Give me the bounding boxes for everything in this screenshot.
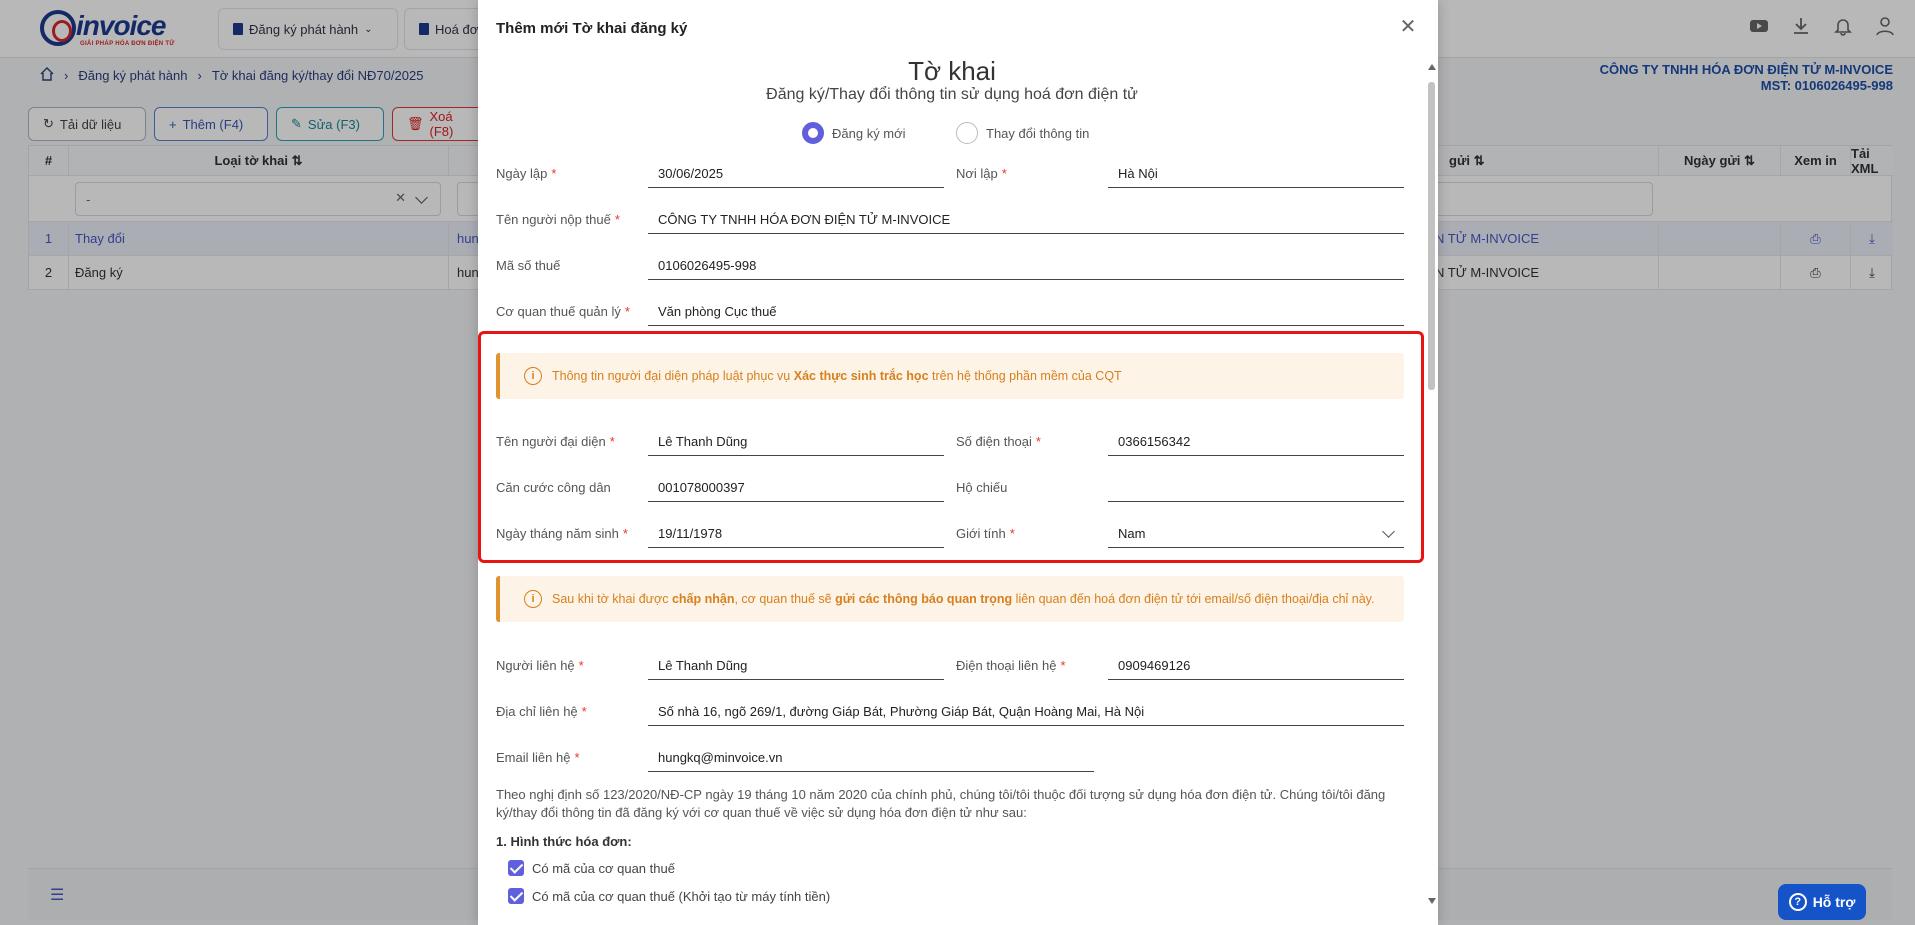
modal-title: Thêm mới Tờ khai đăng ký [496, 20, 688, 37]
gender-select[interactable]: Nam [1108, 520, 1404, 548]
form-subtitle: Đăng ký/Thay đổi thông tin sử dụng hoá đ… [766, 86, 1138, 103]
contact-person-field[interactable]: Lê Thanh Dũng [648, 652, 944, 680]
phone-label: Số điện thoại * [956, 434, 1041, 449]
tax-code-field[interactable]: 0106026495-998 [648, 252, 1404, 280]
radio-circle [802, 122, 824, 144]
contact-email-label: Email liên hệ * [496, 750, 580, 765]
scroll-up-arrow[interactable] [1428, 64, 1436, 70]
help-icon: ? [1788, 893, 1807, 911]
phone-field[interactable]: 0366156342 [1108, 428, 1404, 456]
checkbox-checked [508, 860, 524, 876]
contact-address-field[interactable]: Số nhà 16, ngõ 269/1, đường Giáp Bát, Ph… [648, 698, 1404, 726]
passport-label: Hộ chiếu [956, 480, 1008, 495]
legal-paragraph: Theo nghị định số 123/2020/NĐ-CP ngày 19… [496, 787, 1386, 820]
contact-phone-label: Điện thoại liên hệ * [956, 658, 1066, 673]
birth-date-label: Ngày tháng năm sinh * [496, 526, 628, 541]
biometric-alert: i Thông tin người đại diện pháp luật phụ… [496, 353, 1404, 399]
radio-circle [956, 122, 978, 144]
support-button[interactable]: ? Hỗ trợ [1778, 884, 1866, 920]
taxpayer-name-field[interactable]: CÔNG TY TNHH HÓA ĐƠN ĐIỆN TỬ M-INVOICE [648, 206, 1404, 234]
close-icon[interactable]: ✕ [1396, 14, 1420, 38]
contact-address-label: Địa chỉ liên hệ * [496, 704, 587, 719]
citizen-id-field[interactable]: 001078000397 [648, 474, 944, 502]
date-created-field[interactable]: 30/06/2025 [648, 160, 944, 188]
radio-register-new[interactable]: Đăng ký mới [802, 122, 906, 144]
checkbox-checked [508, 888, 524, 904]
checkbox-tax-code-pos[interactable]: Có mã của cơ quan thuế (Khởi tạo từ máy … [508, 888, 830, 904]
scroll-down-arrow[interactable] [1428, 898, 1436, 904]
invoice-form-heading: 1. Hình thức hóa đơn: [496, 834, 632, 849]
birth-date-field[interactable]: 19/11/1978 [648, 520, 944, 548]
contact-person-label: Người liên hệ * [496, 658, 584, 673]
info-icon: i [524, 367, 542, 385]
tax-office-field[interactable]: Văn phòng Cục thuế [648, 298, 1404, 326]
tax-code-label: Mã số thuế [496, 258, 561, 273]
taxpayer-name-label: Tên người nộp thuế * [496, 212, 620, 227]
representative-label: Tên người đại diện * [496, 434, 615, 449]
info-icon: i [524, 590, 542, 608]
tax-office-label: Cơ quan thuế quản lý * [496, 304, 630, 319]
place-created-label: Nơi lập * [956, 166, 1007, 181]
checkbox-tax-code[interactable]: Có mã của cơ quan thuế [508, 860, 675, 876]
contact-phone-field[interactable]: 0909469126 [1108, 652, 1404, 680]
citizen-id-label: Căn cước công dân [496, 480, 611, 495]
scrollbar-thumb[interactable] [1428, 82, 1435, 390]
contact-email-field[interactable]: hungkq@minvoice.vn [648, 744, 1094, 772]
representative-field[interactable]: Lê Thanh Dũng [648, 428, 944, 456]
gender-label: Giới tính * [956, 526, 1015, 541]
place-created-field[interactable]: Hà Nội [1108, 160, 1404, 188]
passport-field[interactable] [1108, 474, 1404, 502]
form-title: Tờ khai [908, 56, 996, 86]
declaration-modal: Thêm mới Tờ khai đăng ký ✕ Tờ khai Đăng … [478, 0, 1438, 925]
date-created-label: Ngày lập * [496, 166, 557, 181]
notification-alert: i Sau khi tờ khai được chấp nhận, cơ qua… [496, 576, 1404, 622]
radio-change-info[interactable]: Thay đổi thông tin [956, 122, 1089, 144]
